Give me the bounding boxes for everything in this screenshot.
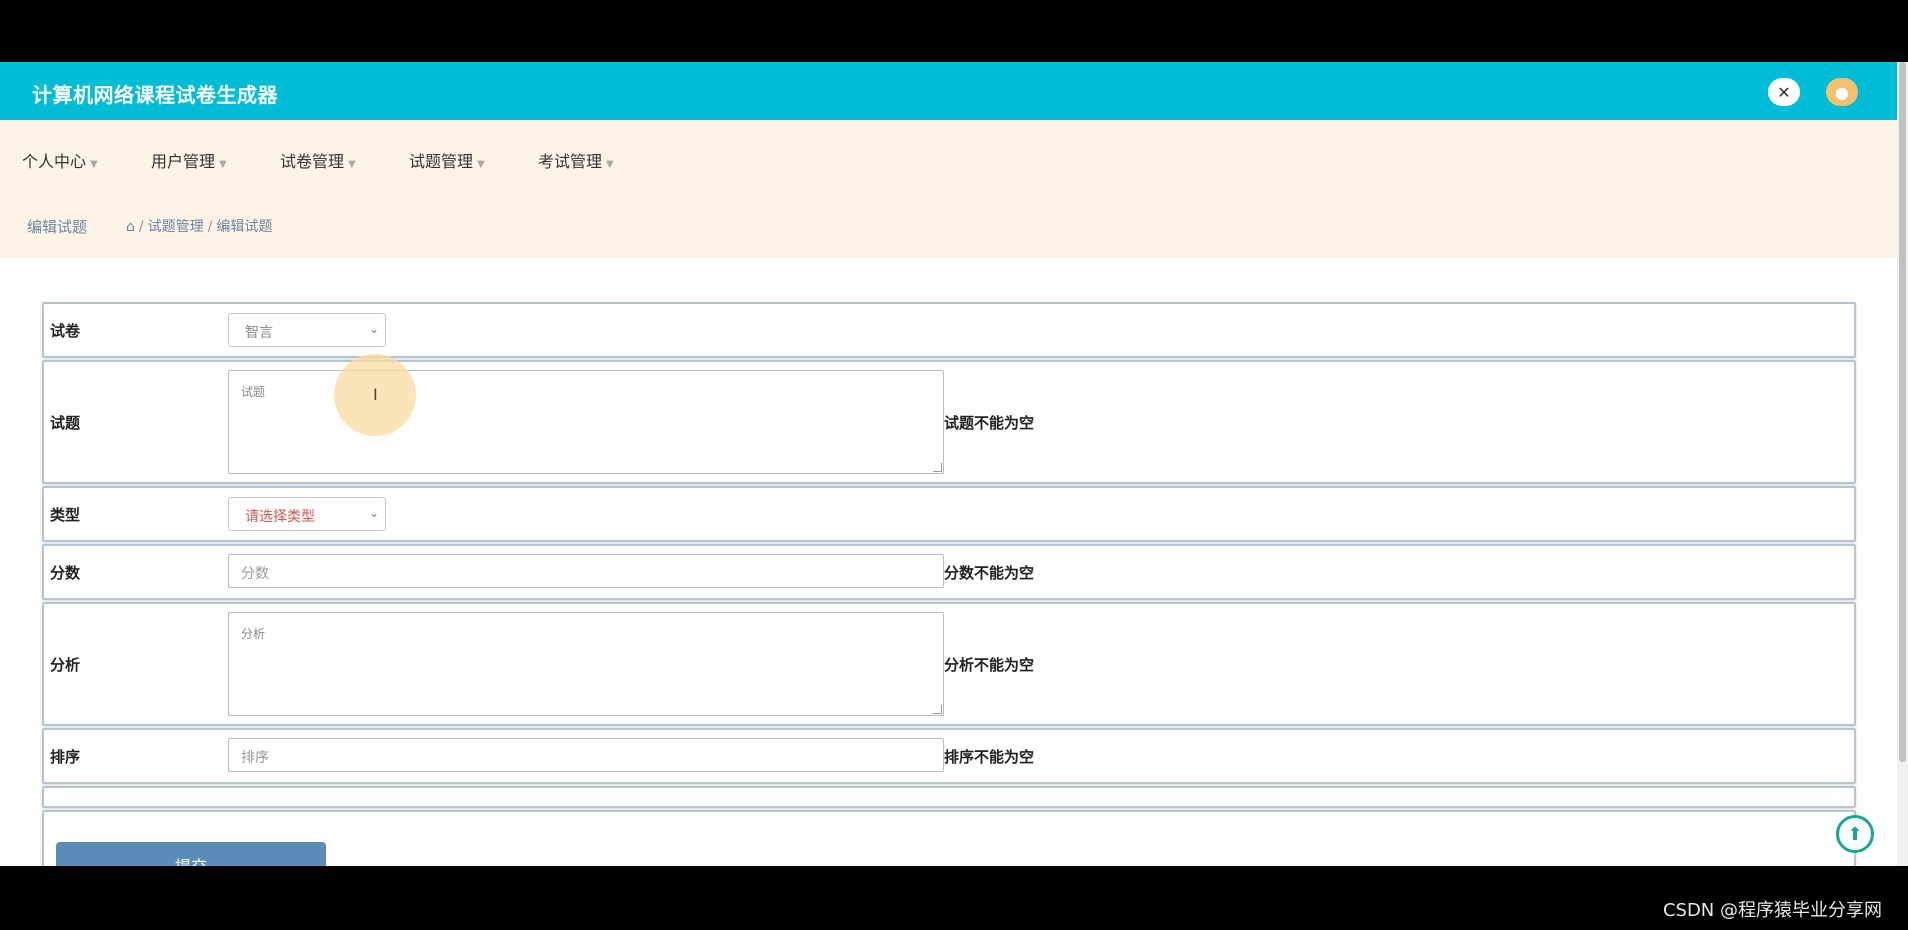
user-avatar-icon[interactable]: ● [1826, 78, 1858, 106]
analysis-placeholder: 分析 [241, 627, 266, 641]
nav-item-exam-management[interactable]: 考试管理 ▼ [538, 148, 614, 172]
analysis-textarea[interactable]: 分析 [228, 612, 944, 716]
type-label: 类型 [50, 506, 81, 524]
page-title: 编辑试题 [27, 218, 88, 236]
nav-item-label: 用户管理 [151, 152, 216, 171]
analysis-label: 分析 [50, 656, 81, 674]
nav-item-personal-center[interactable]: 个人中心 ▼ [22, 148, 98, 172]
form-container: 试卷 智言 ⌄ 试题 试题 试题不能为空 类型 请选择类型 ⌄ 分数 分数 分数… [30, 272, 1872, 866]
order-hint: 排序不能为空 [944, 748, 1035, 766]
form-row-score: 分数 分数 分数不能为空 [42, 544, 1856, 600]
score-input[interactable]: 分数 [228, 554, 944, 588]
fullscreen-icon[interactable]: ✕ [1768, 78, 1800, 106]
nav-item-user-management[interactable]: 用户管理 ▼ [151, 148, 227, 172]
paper-select[interactable]: 智言 ⌄ [228, 313, 386, 347]
order-input[interactable]: 排序 [228, 738, 944, 772]
question-placeholder: 试题 [241, 385, 266, 399]
question-label: 试题 [50, 414, 81, 432]
type-select-value: 请选择类型 [245, 509, 315, 525]
app-window: 计算机网络课程试卷生成器 ✕ ● 个人中心 ▼ 用户管理 ▼ 试卷管理 ▼ 试题管理 ▼… [0, 62, 1897, 866]
form-row-type: 类型 请选择类型 ⌄ [42, 486, 1856, 542]
nav-item-label: 试题管理 [409, 152, 474, 171]
chevron-down-icon: ▼ [606, 159, 614, 170]
chevron-down-icon: ⌄ [368, 322, 379, 336]
form-row-empty [42, 786, 1856, 808]
paper-label: 试卷 [50, 322, 81, 340]
submit-button[interactable]: 提交 [56, 842, 326, 866]
resize-handle[interactable] [933, 463, 942, 472]
score-hint: 分数不能为空 [944, 564, 1035, 582]
breadcrumb-item[interactable]: 试题管理 [148, 219, 204, 235]
form-row-paper: 试卷 智言 ⌄ [42, 302, 1856, 358]
order-label: 排序 [50, 748, 81, 766]
chevron-down-icon: ▼ [90, 159, 98, 170]
resize-handle[interactable] [933, 705, 942, 714]
breadcrumb-bar: 编辑试题 ⌂ / 试题管理 / 编辑试题 [0, 194, 1897, 258]
text-cursor-icon: I [373, 385, 378, 404]
form-row-question: 试题 试题 试题不能为空 [42, 360, 1856, 484]
home-icon[interactable]: ⌂ [126, 219, 135, 235]
breadcrumb-separator: / [207, 219, 213, 235]
score-placeholder: 分数 [241, 566, 269, 582]
nav-item-question-management[interactable]: 试题管理 ▼ [409, 148, 485, 172]
app-title: 计算机网络课程试卷生成器 [32, 83, 278, 107]
breadcrumb: ⌂ / 试题管理 / 编辑试题 [126, 216, 272, 236]
arrow-up-icon[interactable]: ⬆ [1836, 815, 1874, 853]
scrollbar-thumb[interactable] [1899, 62, 1906, 762]
chevron-down-icon: ▼ [219, 159, 227, 170]
chevron-down-icon: ▼ [348, 159, 356, 170]
chevron-down-icon: ⌄ [368, 506, 379, 520]
nav-item-label: 考试管理 [538, 152, 603, 171]
watermark: CSDN @程序猿毕业分享网 [1662, 900, 1882, 921]
breadcrumb-separator: / [138, 219, 144, 235]
top-header: 计算机网络课程试卷生成器 ✕ ● [0, 62, 1897, 120]
paper-select-value: 智言 [245, 325, 273, 341]
nav-item-label: 个人中心 [22, 152, 87, 171]
type-select[interactable]: 请选择类型 ⌄ [228, 497, 386, 531]
nav-item-label: 试卷管理 [280, 152, 345, 171]
order-placeholder: 排序 [241, 750, 269, 766]
chevron-down-icon: ▼ [477, 159, 485, 170]
top-nav: 个人中心 ▼ 用户管理 ▼ 试卷管理 ▼ 试题管理 ▼ 考试管理 ▼ [0, 120, 1897, 194]
score-label: 分数 [50, 564, 81, 582]
nav-item-paper-management[interactable]: 试卷管理 ▼ [280, 148, 356, 172]
scrollbar[interactable] [1897, 62, 1908, 866]
breadcrumb-item: 编辑试题 [216, 219, 273, 235]
form-row-order: 排序 排序 排序不能为空 [42, 728, 1856, 784]
question-hint: 试题不能为空 [944, 414, 1035, 432]
analysis-hint: 分析不能为空 [944, 656, 1035, 674]
form-row-analysis: 分析 分析 分析不能为空 [42, 602, 1856, 726]
